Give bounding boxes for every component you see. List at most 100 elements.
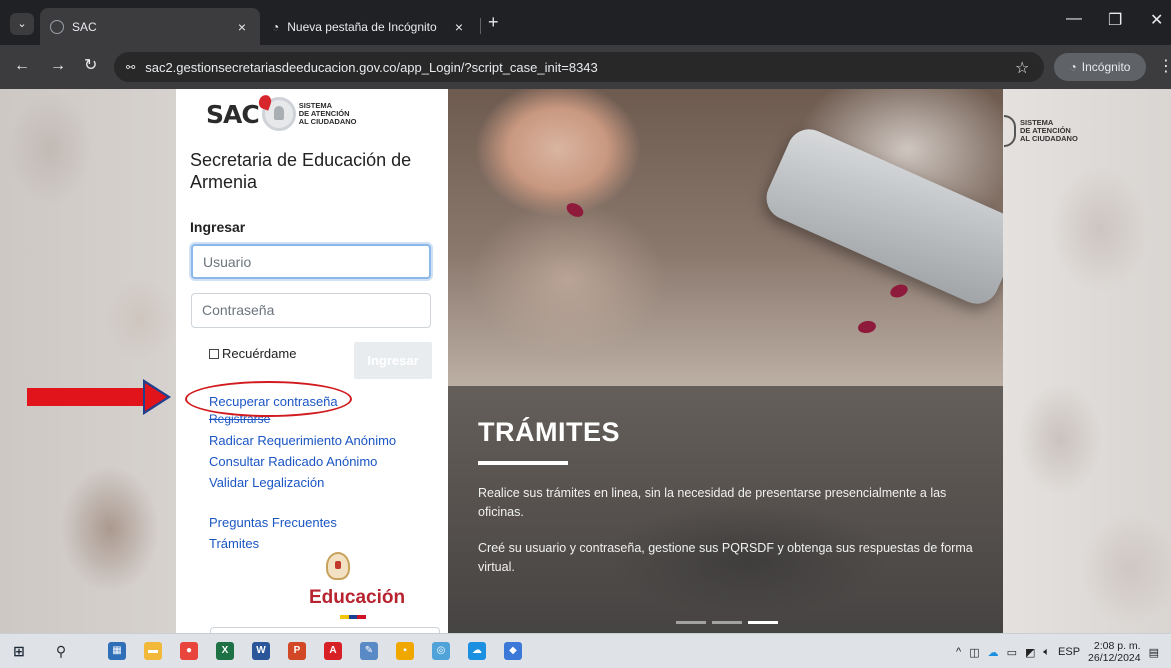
word-icon[interactable]: W bbox=[252, 642, 270, 660]
restore-icon[interactable]: ❐ bbox=[1108, 10, 1122, 30]
page-viewport: SAC SISTEMA DE ATENCIÓN AL CIUDADANO Sec… bbox=[0, 89, 1171, 633]
logo-wordmark: SAC bbox=[206, 99, 260, 129]
tab-close-icon[interactable]: × bbox=[451, 19, 467, 35]
logo-subtitle: SISTEMA DE ATENCIÓN AL CIUDADANO bbox=[299, 102, 357, 126]
browser-tab-strip: ⌄ SAC × ◔ Nueva pestaña de Incógnito × +… bbox=[0, 0, 1171, 45]
acrobat-icon[interactable]: A bbox=[324, 642, 342, 660]
minimize-icon[interactable]: — bbox=[1066, 10, 1082, 28]
onedrive-icon[interactable]: ☁ bbox=[468, 642, 486, 660]
clock-time: 2:08 p. m. bbox=[1093, 640, 1141, 652]
onedrive-tray-icon[interactable]: ☁ bbox=[988, 646, 999, 659]
flag-bar bbox=[340, 615, 367, 619]
hero-paragraph: Creé su usuario y contraseña, gestione s… bbox=[478, 541, 973, 574]
anonymous-request-link[interactable]: Radicar Requerimiento Anónimo bbox=[209, 433, 396, 448]
username-input[interactable]: Usuario bbox=[191, 244, 431, 279]
annotation-arrow bbox=[27, 379, 172, 415]
notifications-icon[interactable]: ▤ bbox=[1149, 646, 1159, 659]
login-button[interactable]: Ingresar bbox=[354, 342, 432, 379]
star-icon[interactable]: ☆ bbox=[1015, 58, 1029, 78]
logo-badge-icon bbox=[261, 97, 296, 131]
clock[interactable]: 2:08 p. m. 26/12/2024 bbox=[1088, 640, 1141, 664]
taskbar: ⊞ ⚲ ▦ ▬ ● X W P A ✎ ▪ ◎ ☁ ◆ ^ ◫ ☁ ▭ ◩ 🔈︎ ESP 2:08 p… bbox=[0, 633, 1171, 668]
calculator-icon[interactable]: ▦ bbox=[108, 642, 126, 660]
hero-hand bbox=[448, 89, 678, 239]
arrow-shaft bbox=[27, 388, 145, 406]
login-panel: SAC SISTEMA DE ATENCIÓN AL CIUDADANO Sec… bbox=[176, 89, 448, 633]
incognito-label: Incógnito bbox=[1081, 60, 1131, 74]
username-placeholder: Usuario bbox=[203, 254, 252, 270]
annotation-circle bbox=[185, 381, 352, 417]
tab-label: SAC bbox=[72, 19, 97, 34]
tab-incognito[interactable]: ◔ Nueva pestaña de Incógnito × bbox=[262, 8, 477, 45]
reload-icon[interactable]: ↻ bbox=[84, 57, 97, 75]
incognito-indicator[interactable]: ◔ Incógnito bbox=[1054, 53, 1146, 81]
show-hidden-icons-icon[interactable]: ^ bbox=[956, 646, 961, 658]
chrome-icon[interactable]: ● bbox=[180, 642, 198, 660]
flag-stripe bbox=[348, 615, 358, 619]
carousel-indicator[interactable] bbox=[748, 621, 778, 624]
clock-date: 26/12/2024 bbox=[1088, 652, 1141, 664]
remember-checkbox[interactable] bbox=[209, 348, 219, 359]
tab-label: Nueva pestaña de Incógnito bbox=[287, 19, 437, 34]
org-title: Secretaria de Educación de Armenia bbox=[190, 150, 412, 192]
logo-subtitle-line: AL CIUDADANO bbox=[298, 117, 357, 126]
ministry-label: Educación bbox=[309, 587, 406, 608]
tab-favicon-icon bbox=[50, 19, 64, 34]
procedures-link[interactable]: Trámites bbox=[209, 536, 259, 551]
powerpoint-icon[interactable]: P bbox=[288, 642, 306, 660]
anonymous-lookup-link[interactable]: Consultar Radicado Anónimo bbox=[209, 454, 377, 469]
validate-legalization-link[interactable]: Validar Legalización bbox=[209, 475, 324, 490]
network-icon[interactable]: ◩ bbox=[1025, 646, 1035, 659]
incognito-tab-icon: ◔ bbox=[272, 19, 280, 34]
new-tab-button[interactable]: + bbox=[488, 12, 499, 33]
tray-app-icon[interactable]: ◫ bbox=[969, 646, 979, 659]
carousel-indicators bbox=[676, 621, 778, 624]
tab-search-icon[interactable]: ⌄ bbox=[10, 13, 34, 35]
brand-corner-logo: SISTEMA DE ATENCIÓN AL CIUDADANO bbox=[1004, 115, 1078, 147]
site-info-icon[interactable]: ⚯ bbox=[126, 61, 135, 74]
paint-icon[interactable]: ✎ bbox=[360, 642, 378, 660]
magnifier-icon[interactable]: ◎ bbox=[432, 642, 450, 660]
carousel-indicator[interactable] bbox=[676, 621, 706, 624]
windows-start-icon[interactable]: ⊞ bbox=[10, 642, 28, 660]
arrow-head bbox=[145, 383, 167, 411]
hero-carousel: TRÁMITES Realice sus trámites en linea, … bbox=[448, 89, 1003, 633]
back-arrow-icon[interactable]: ← bbox=[14, 57, 30, 75]
screen: ⌄ SAC × ◔ Nueva pestaña de Incógnito × +… bbox=[0, 0, 1171, 668]
forward-arrow-icon[interactable]: → bbox=[50, 57, 66, 75]
battery-icon[interactable]: ▭ bbox=[1007, 646, 1017, 659]
sticky-notes-icon[interactable]: ▪ bbox=[396, 642, 414, 660]
address-bar[interactable]: ⚯ sac2.gestionsecretariasdeeducacion.gov… bbox=[114, 52, 1044, 82]
volume-icon[interactable]: 🔈︎ bbox=[1043, 646, 1050, 659]
close-icon[interactable]: ✕ bbox=[1150, 10, 1163, 30]
remember-me[interactable]: Recuérdame bbox=[209, 346, 296, 361]
login-heading: Ingresar bbox=[190, 219, 246, 235]
flag-stripe bbox=[340, 615, 349, 619]
incognito-icon: ◔ bbox=[1069, 60, 1077, 74]
password-input[interactable]: Contraseña bbox=[191, 293, 431, 328]
hero-divider bbox=[478, 461, 568, 465]
kebab-menu-icon[interactable]: ⋮ bbox=[1158, 56, 1171, 76]
brand-corner-line: AL CIUDADANO bbox=[1020, 134, 1078, 143]
brand-corner-text: SISTEMA DE ATENCIÓN AL CIUDADANO bbox=[1020, 119, 1078, 143]
edit-app-icon[interactable]: ◆ bbox=[504, 642, 522, 660]
browser-toolbar: ← → ↻ ⚯ sac2.gestionsecretariasdeeducaci… bbox=[0, 45, 1171, 89]
faq-link[interactable]: Preguntas Frecuentes bbox=[209, 515, 337, 530]
flag-stripe bbox=[357, 615, 367, 619]
language-indicator[interactable]: ESP bbox=[1058, 646, 1080, 658]
file-explorer-icon[interactable]: ▬ bbox=[144, 642, 162, 660]
url-text: sac2.gestionsecretariasdeeducacion.gov.c… bbox=[145, 59, 598, 75]
coat-of-arms-icon bbox=[326, 552, 350, 580]
tab-separator bbox=[480, 18, 481, 34]
system-tray: ^ ◫ ☁ ▭ ◩ 🔈︎ ESP 2:08 p. m. 26/12/2024 ▤ bbox=[956, 640, 1159, 664]
brand-bracket-icon bbox=[1004, 115, 1016, 147]
carousel-indicator[interactable] bbox=[712, 621, 742, 624]
remember-label: Recuérdame bbox=[222, 346, 297, 361]
tab-sac[interactable]: SAC × bbox=[40, 8, 260, 45]
password-placeholder: Contraseña bbox=[202, 302, 275, 318]
search-icon[interactable]: ⚲ bbox=[52, 642, 70, 660]
sac-logo: SAC SISTEMA DE ATENCIÓN AL CIUDADANO bbox=[206, 97, 356, 131]
excel-icon[interactable]: X bbox=[216, 642, 234, 660]
hero-paragraph: Realice sus trámites en linea, sin la ne… bbox=[478, 486, 947, 519]
tab-close-icon[interactable]: × bbox=[234, 19, 250, 35]
